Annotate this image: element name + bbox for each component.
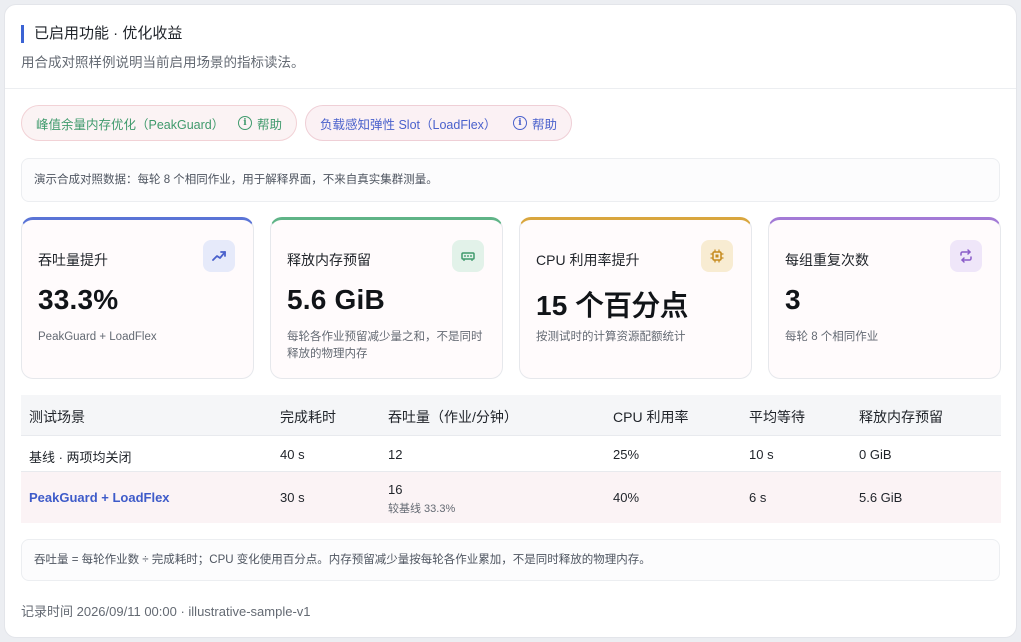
column-header: 平均等待 xyxy=(749,409,805,425)
metric-title: 吞吐量提升 xyxy=(38,252,108,268)
cpu-cell: 25% xyxy=(613,447,640,462)
panel-header: 已启用功能 · 优化收益 用合成对照样例说明当前启用场景的指标读法。 xyxy=(5,5,1016,89)
help-button-loadflex[interactable]: i 帮助 xyxy=(512,114,557,133)
info-icon: i xyxy=(237,116,252,130)
column-header: 完成耗时 xyxy=(280,409,336,425)
metric-value: 33.3% xyxy=(38,284,119,315)
metric-title: CPU 利用率提升 xyxy=(536,252,640,268)
formula-footnote: 吞吐量 = 每轮作业数 ÷ 完成耗时；CPU 变化使用百分点。内存预留减少量按每… xyxy=(21,539,1000,581)
table-header-row: 测试场景 完成耗时 吞吐量（作业/分钟） CPU 利用率 平均等待 释放内存预留 xyxy=(21,395,1001,435)
metric-card-memory: 释放内存预留 5.6 GiB 每轮各作业预留减少量之和，不是同时释放的物理内存 xyxy=(270,217,503,379)
metric-description: 每轮各作业预留减少量之和，不是同时释放的物理内存 xyxy=(287,331,483,360)
metric-description: 每轮 8 个相同作业 xyxy=(785,331,879,343)
throughput-cell: 16 较基线 33.3% xyxy=(388,482,455,516)
repeat-icon xyxy=(950,240,982,272)
metric-value: 5.6 GiB xyxy=(287,284,385,315)
record-timestamp: 记录时间 2026/09/11 00:00 · illustrative-sam… xyxy=(21,604,311,619)
feature-chip-loadflex: 负载感知弹性 Slot（LoadFlex） i 帮助 xyxy=(305,105,572,141)
feature-chip-peakguard: 峰值余量内存优化（PeakGuard） i 帮助 xyxy=(21,105,297,141)
duration-cell: 40 s xyxy=(280,447,305,462)
metric-value: 15 个百分点 xyxy=(536,290,689,321)
metric-card-repeats: 每组重复次数 3 每轮 8 个相同作业 xyxy=(768,217,1001,379)
throughput-change-note: 较基线 33.3% xyxy=(388,503,456,515)
scenario-cell: PeakGuard + LoadFlex xyxy=(29,490,170,505)
table-row: PeakGuard + LoadFlex 30 s 16 较基线 33.3% 4… xyxy=(21,472,1001,523)
column-header: 释放内存预留 xyxy=(859,409,943,425)
panel-subtitle: 用合成对照样例说明当前启用场景的指标读法。 xyxy=(21,55,305,70)
demo-data-notice: 演示合成对照数据：每轮 8 个相同作业，用于解释界面，不来自真实集群测量。 xyxy=(21,158,1000,202)
help-label: 帮助 xyxy=(256,117,282,132)
column-header: CPU 利用率 xyxy=(613,409,689,425)
info-icon: i xyxy=(512,116,527,130)
cpu-icon xyxy=(701,240,733,272)
trending-up-icon xyxy=(203,240,235,272)
help-button-peakguard[interactable]: i 帮助 xyxy=(237,114,282,133)
throughput-value: 16 xyxy=(388,482,403,497)
panel-title: 已启用功能 · 优化收益 xyxy=(21,25,182,43)
metric-description: PeakGuard + LoadFlex xyxy=(38,331,157,343)
wait-cell: 10 s xyxy=(749,447,774,462)
metric-title: 释放内存预留 xyxy=(287,252,371,268)
metric-card-throughput: 吞吐量提升 33.3% PeakGuard + LoadFlex xyxy=(21,217,254,379)
memory-cell: 5.6 GiB xyxy=(859,490,903,505)
metric-card-cpu: CPU 利用率提升 15 个百分点 按测试时的计算资源配额统计 xyxy=(519,217,752,379)
memory-cell: 0 GiB xyxy=(859,447,892,462)
duration-cell: 30 s xyxy=(280,490,305,505)
help-label: 帮助 xyxy=(531,117,557,132)
feature-chip-label: 峰值余量内存优化（PeakGuard） xyxy=(36,117,225,132)
feature-chip-label: 负载感知弹性 Slot（LoadFlex） xyxy=(320,117,497,132)
optimization-panel: 已启用功能 · 优化收益 用合成对照样例说明当前启用场景的指标读法。 峰值余量内… xyxy=(4,4,1017,638)
column-header: 吞吐量（作业/分钟） xyxy=(388,409,518,425)
column-header: 测试场景 xyxy=(29,409,85,425)
table-row: 基线 · 两项均关闭 40 s 12 25% 10 s 0 GiB xyxy=(21,435,1001,472)
wait-cell: 6 s xyxy=(749,490,767,505)
metric-value: 3 xyxy=(785,284,801,315)
memory-icon xyxy=(452,240,484,272)
metric-title: 每组重复次数 xyxy=(785,252,869,268)
scenario-cell: 基线 · 两项均关闭 xyxy=(29,450,132,465)
cpu-cell: 40% xyxy=(613,490,640,505)
throughput-cell: 12 xyxy=(388,447,403,462)
metric-description: 按测试时的计算资源配额统计 xyxy=(536,331,686,343)
